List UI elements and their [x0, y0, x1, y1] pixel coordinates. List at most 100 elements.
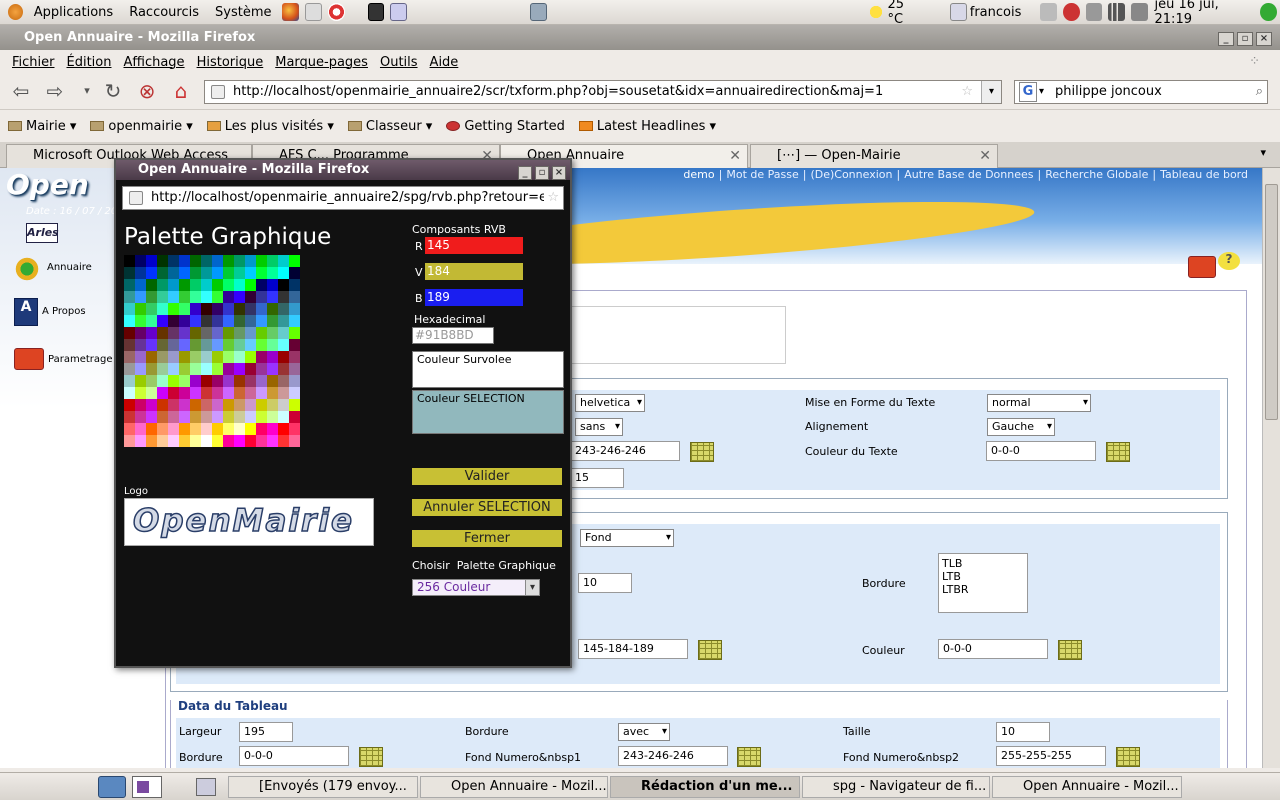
palette-swatch[interactable] — [212, 363, 223, 375]
palette-swatch[interactable] — [223, 279, 234, 291]
couleur-texte-input[interactable]: 0-0-0 — [986, 441, 1096, 461]
palette-swatch[interactable] — [212, 327, 223, 339]
palette-swatch[interactable] — [278, 339, 289, 351]
search-engine-icon[interactable]: G — [1019, 82, 1037, 102]
palette-swatch[interactable] — [267, 423, 278, 435]
palette-swatch[interactable] — [190, 435, 201, 447]
palette-swatch[interactable] — [157, 303, 168, 315]
palette-swatch[interactable] — [179, 267, 190, 279]
palette-swatch[interactable] — [289, 351, 300, 363]
color-palette-grid[interactable] — [124, 255, 301, 449]
palette-swatch[interactable] — [157, 423, 168, 435]
palette-swatch[interactable] — [212, 351, 223, 363]
menu-fichier[interactable]: Fichier — [6, 55, 61, 70]
palette-swatch[interactable] — [223, 255, 234, 267]
palette-swatch[interactable] — [168, 351, 179, 363]
firefox-icon[interactable] — [282, 3, 300, 21]
palette-swatch[interactable] — [223, 375, 234, 387]
palette-swatch[interactable] — [212, 339, 223, 351]
taille-input[interactable]: 10 — [996, 722, 1050, 742]
palette-swatch[interactable] — [135, 339, 146, 351]
palette-swatch[interactable] — [245, 375, 256, 387]
palette-swatch[interactable] — [146, 267, 157, 279]
palette-swatch[interactable] — [157, 255, 168, 267]
palette-swatch[interactable] — [223, 363, 234, 375]
palette-swatch[interactable] — [212, 291, 223, 303]
palette-swatch[interactable] — [135, 375, 146, 387]
palette-swatch[interactable] — [212, 255, 223, 267]
palette-swatch[interactable] — [289, 411, 300, 423]
palette-swatch[interactable] — [256, 411, 267, 423]
palette-swatch[interactable] — [201, 315, 212, 327]
palette-swatch[interactable] — [289, 339, 300, 351]
forward-arrow-icon[interactable]: ⇨ — [42, 80, 68, 104]
palette-swatch[interactable] — [190, 255, 201, 267]
palette-swatch[interactable] — [256, 315, 267, 327]
palette-swatch[interactable] — [278, 375, 289, 387]
palette-swatch[interactable] — [135, 351, 146, 363]
palette-swatch[interactable] — [157, 363, 168, 375]
r-value[interactable]: 145 — [425, 237, 523, 254]
palette-swatch[interactable] — [223, 435, 234, 447]
bordure2-input[interactable]: 0-0-0 — [239, 746, 349, 766]
bookmark-openmairie[interactable]: openmairie ▾ — [90, 119, 193, 134]
palette-swatch[interactable] — [234, 267, 245, 279]
close-tab-icon[interactable]: ✕ — [729, 145, 741, 167]
palette-swatch[interactable] — [278, 327, 289, 339]
palette-swatch[interactable] — [201, 363, 212, 375]
palette-swatch[interactable] — [201, 375, 212, 387]
user-switch-icon[interactable] — [949, 3, 967, 21]
bordure-option[interactable]: LTB — [942, 570, 1024, 583]
bookmark-getting-started[interactable]: Getting Started — [446, 119, 565, 134]
palette-swatch[interactable] — [201, 351, 212, 363]
palette-swatch[interactable] — [212, 375, 223, 387]
palette-swatch[interactable] — [256, 327, 267, 339]
palette-swatch[interactable] — [289, 327, 300, 339]
palette-swatch[interactable] — [289, 435, 300, 447]
palette-swatch[interactable] — [256, 423, 267, 435]
clock[interactable]: jeu 16 jui, 21:19 — [1155, 0, 1253, 27]
palette-swatch[interactable] — [168, 315, 179, 327]
palette-swatch[interactable] — [234, 327, 245, 339]
nav-a-propos[interactable]: A A Propos — [12, 298, 112, 328]
tab-open-mairie[interactable]: [⋯] — Open-Mairie ✕ — [750, 144, 998, 168]
palette-swatch[interactable] — [157, 399, 168, 411]
palette-swatch[interactable] — [256, 303, 267, 315]
palette-swatch[interactable] — [278, 279, 289, 291]
palette-swatch[interactable] — [146, 255, 157, 267]
minimize-button[interactable]: _ — [1218, 32, 1234, 46]
palette-swatch[interactable] — [179, 279, 190, 291]
palette-swatch[interactable] — [179, 327, 190, 339]
toolbox-help-icon[interactable] — [1188, 256, 1216, 278]
palette-swatch[interactable] — [223, 315, 234, 327]
palette-swatch[interactable] — [234, 303, 245, 315]
palette-swatch[interactable] — [234, 255, 245, 267]
reload-icon[interactable]: ↻ — [100, 80, 126, 104]
palette-swatch[interactable] — [245, 423, 256, 435]
palette-swatch[interactable] — [124, 291, 135, 303]
palette-swatch[interactable] — [135, 255, 146, 267]
palette-swatch[interactable] — [267, 435, 278, 447]
palette-swatch[interactable] — [135, 387, 146, 399]
menu-aide[interactable]: Aide — [424, 55, 465, 70]
palette-swatch[interactable] — [135, 363, 146, 375]
fond-select[interactable]: Fond — [580, 529, 674, 547]
rgb-fond-input[interactable]: 145-184-189 — [578, 639, 688, 659]
palette-swatch[interactable] — [234, 423, 245, 435]
palette-swatch[interactable] — [190, 363, 201, 375]
terminal-icon[interactable] — [367, 3, 385, 21]
palette-swatch[interactable] — [157, 411, 168, 423]
palette-swatch[interactable] — [234, 279, 245, 291]
update-icon[interactable] — [1063, 3, 1080, 21]
palette-swatch[interactable] — [256, 339, 267, 351]
hex-input[interactable]: #91B8BD — [412, 327, 494, 344]
scrollbar-thumb[interactable] — [1265, 184, 1278, 420]
palette-swatch[interactable] — [245, 327, 256, 339]
palette-swatch[interactable] — [135, 423, 146, 435]
palette-swatch[interactable] — [190, 411, 201, 423]
raccourcis-menu[interactable]: Raccourcis — [121, 5, 207, 20]
palette-swatch[interactable] — [124, 255, 135, 267]
palette-swatch[interactable] — [179, 339, 190, 351]
palette-swatch[interactable] — [278, 363, 289, 375]
palette-swatch[interactable] — [256, 387, 267, 399]
